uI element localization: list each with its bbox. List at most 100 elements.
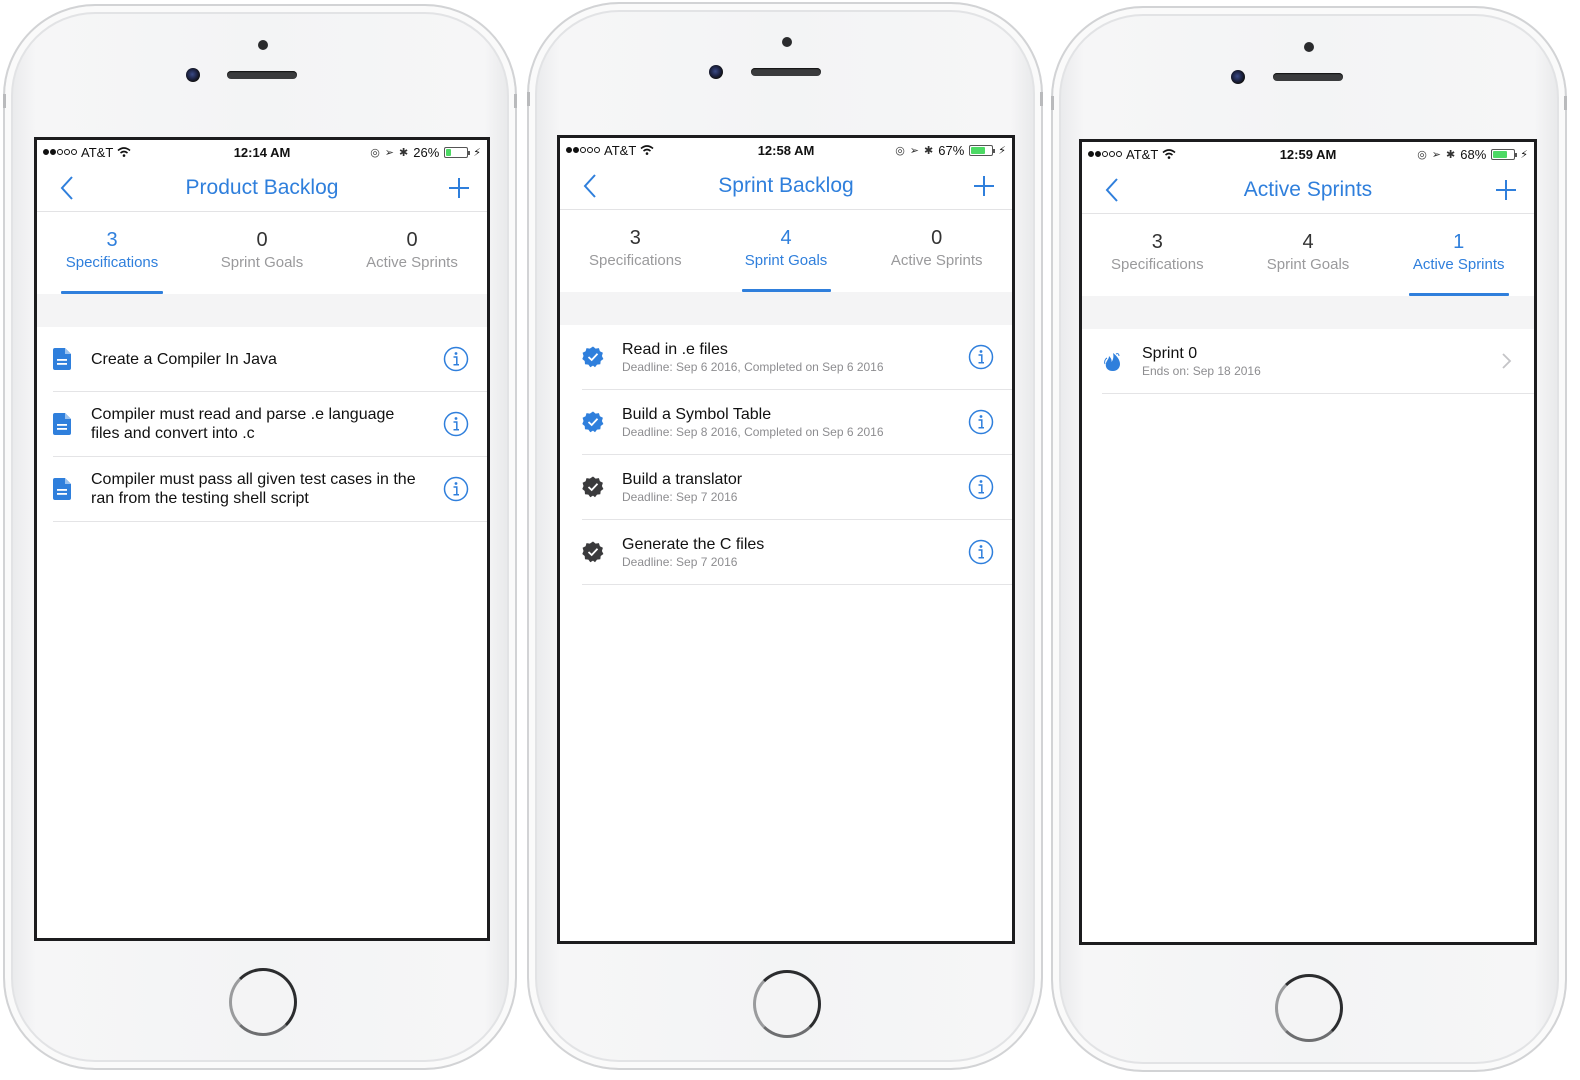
tab-label: Active Sprints [1412,256,1505,273]
verified-badge-icon [582,541,604,563]
info-icon[interactable] [968,344,994,370]
list-item[interactable]: Compiler must pass all given test cases … [53,457,487,522]
wifi-icon [640,145,654,155]
battery-icon [969,144,996,156]
battery-icon [1491,148,1518,160]
segment-tabs: 3 Specifications 4 Sprint Goals 0 Active… [560,210,1012,292]
item-subtitle: Deadline: Sep 7 2016 [622,490,738,504]
item-title: Sprint 0 [1142,345,1198,362]
rotation-lock-icon: ◎ [370,146,380,159]
info-icon[interactable] [968,474,994,500]
screen-active-sprints: AT&T 12:59 AM ◎ ➢ ✱ 68% ⚡ Active Sprints… [1079,139,1537,945]
info-icon[interactable] [443,476,469,502]
front-camera-icon [186,68,200,82]
home-button[interactable] [229,968,297,1036]
earpiece-speaker [751,68,821,76]
proximity-sensor [1304,42,1314,52]
clock: 12:59 AM [1279,146,1337,162]
tab-count: 4 [780,227,792,249]
antenna-band [1564,96,1567,110]
list-item[interactable]: Build a Symbol Table Deadline: Sep 8 201… [582,390,1012,455]
list-item[interactable]: Generate the C files Deadline: Sep 7 201… [582,520,1012,585]
charging-bolt-icon: ⚡ [1520,148,1528,161]
active-tab-indicator [61,291,163,294]
add-button[interactable] [972,172,996,200]
charging-bolt-icon: ⚡ [998,144,1006,157]
list-item[interactable]: Compiler must read and parse .e language… [53,392,487,457]
battery-fill [446,148,452,156]
signal-strength-icon [566,147,600,153]
plus-icon [974,175,994,196]
tab-sprint-goals[interactable]: 4 Sprint Goals [711,210,862,292]
signal-strength-icon [43,149,77,155]
tab-active-sprints[interactable]: 0 Active Sprints [861,210,1012,292]
active-sprints-list: Sprint 0 Ends on: Sep 18 2016 [1082,329,1534,394]
item-subtitle: Deadline: Sep 8 2016, Completed on Sep 6… [622,425,884,439]
rotation-lock-icon: ◎ [895,144,905,157]
location-arrow-icon: ➢ [1431,148,1442,161]
antenna-band [1040,92,1043,106]
active-tab-indicator [1408,293,1509,296]
tab-label: Active Sprints [366,254,458,271]
antenna-band [514,94,517,108]
back-button[interactable] [55,174,79,202]
chevron-left-icon [1105,177,1118,202]
tab-count: 4 [1302,231,1314,253]
back-button[interactable] [1100,176,1124,204]
battery-percent: 67% [938,142,965,158]
segment-tabs: 3 Specifications 4 Sprint Goals 1 Active… [1082,214,1534,296]
tab-count: 3 [106,229,118,251]
wifi-icon [117,147,131,157]
status-bar: AT&T 12:14 AM ◎ ➢ ✱ 26% ⚡ [37,140,487,164]
proximity-sensor [258,40,268,50]
plus-icon [1496,179,1516,200]
home-button[interactable] [753,970,821,1038]
item-title: Build a Symbol Table [622,406,772,423]
back-button[interactable] [578,172,602,200]
tab-specifications[interactable]: 3 Specifications [1082,214,1233,296]
tab-specifications[interactable]: 3 Specifications [560,210,711,292]
tab-count: 0 [406,229,418,251]
info-icon[interactable] [968,539,994,565]
document-icon [53,478,71,500]
battery-icon [444,146,471,158]
tab-active-sprints[interactable]: 1 Active Sprints [1383,214,1534,296]
item-subtitle: Deadline: Sep 6 2016, Completed on Sep 6… [622,360,884,374]
page-title: Active Sprints [1243,177,1373,201]
info-icon[interactable] [968,409,994,435]
rotation-lock-icon: ◎ [1417,148,1427,161]
status-bar: AT&T 12:58 AM ◎ ➢ ✱ 67% ⚡ [560,138,1012,162]
list-item[interactable]: Sprint 0 Ends on: Sep 18 2016 [1102,329,1534,394]
tab-sprint-goals[interactable]: 4 Sprint Goals [1233,214,1384,296]
document-icon [53,348,71,370]
item-title: Read in .e files [622,341,728,358]
tab-label: Specifications [1111,256,1204,273]
tab-count: 1 [1453,231,1465,253]
front-camera-icon [1231,70,1245,84]
tab-specifications[interactable]: 3 Specifications [37,212,187,294]
front-camera-icon [709,65,723,79]
list-item[interactable]: Read in .e files Deadline: Sep 6 2016, C… [582,325,1012,390]
location-arrow-icon: ➢ [384,146,395,159]
item-title: Compiler must pass all given test cases … [91,471,416,507]
bluetooth-icon: ✱ [1446,148,1456,161]
info-icon[interactable] [443,346,469,372]
status-bar: AT&T 12:59 AM ◎ ➢ ✱ 68% ⚡ [1082,142,1534,166]
tab-sprint-goals[interactable]: 0 Sprint Goals [187,212,337,294]
verified-badge-icon [582,411,604,433]
section-spacer [560,292,1012,325]
item-title: Build a translator [622,471,743,488]
active-tab-indicator [741,289,831,292]
add-button[interactable] [447,174,471,202]
charging-bolt-icon: ⚡ [473,146,481,159]
battery-percent: 26% [413,144,440,160]
info-icon[interactable] [443,411,469,437]
item-subtitle: Ends on: Sep 18 2016 [1142,364,1261,378]
tab-active-sprints[interactable]: 0 Active Sprints [337,212,487,294]
item-subtitle: Deadline: Sep 7 2016 [622,555,738,569]
list-item[interactable]: Create a Compiler In Java [53,327,487,392]
list-item[interactable]: Build a translator Deadline: Sep 7 2016 [582,455,1012,520]
add-button[interactable] [1494,176,1518,204]
navigation-bar: Sprint Backlog [560,162,1012,210]
home-button[interactable] [1275,974,1343,1042]
